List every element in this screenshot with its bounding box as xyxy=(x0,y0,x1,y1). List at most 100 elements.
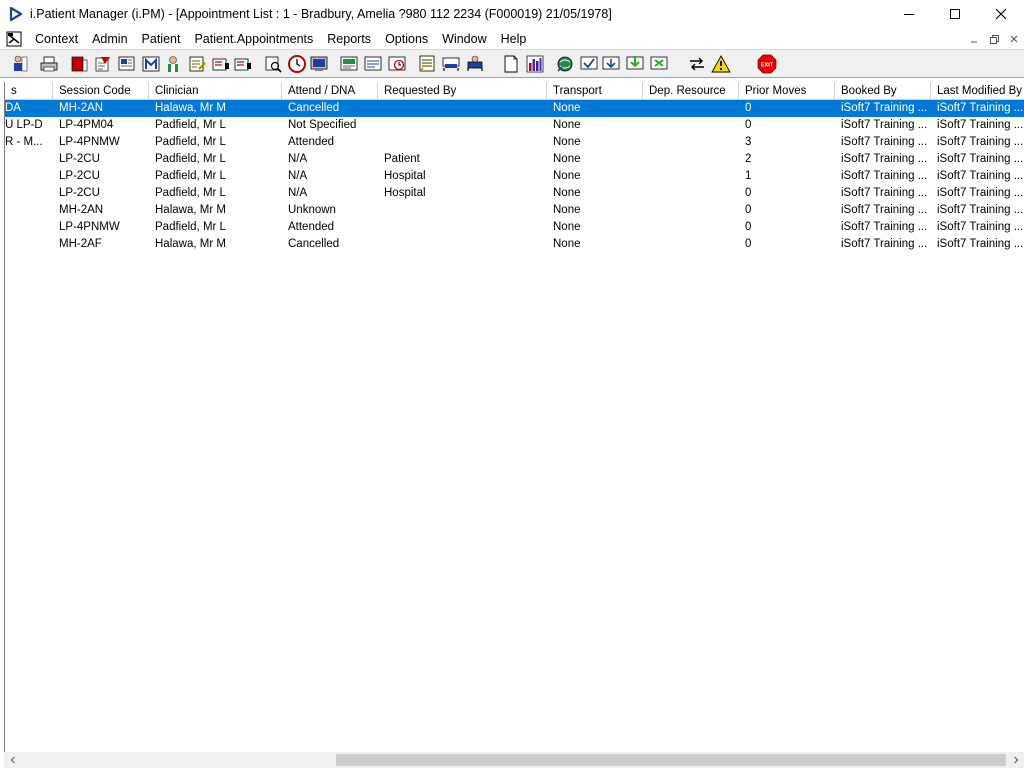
table-row[interactable]: MH-2AN Halawa, Mr M Unknown None 0 iSoft7 Tra… xyxy=(5,202,1024,219)
tool-button-7[interactable] xyxy=(162,53,184,75)
patient-search-button[interactable] xyxy=(8,53,30,75)
table-row[interactable]: U LP-D LP-4PM04 Padfield, Mr L Not Specifie… xyxy=(5,117,1024,134)
scroll-thumb[interactable] xyxy=(336,754,1006,766)
tool-button-13[interactable] xyxy=(308,53,330,75)
screen-arrow-green-icon xyxy=(626,56,644,70)
tool-button-16[interactable] xyxy=(386,53,408,75)
tool-button-27[interactable] xyxy=(686,53,708,75)
cell-status: U LP-D xyxy=(5,119,43,131)
close-button[interactable] xyxy=(978,0,1024,28)
menu-admin[interactable]: Admin xyxy=(85,29,134,49)
cell-prior-moves: 3 xyxy=(745,136,752,148)
list-header: s Session Code Clinician Attend / DNA Re… xyxy=(5,82,1024,100)
cell-dep-resource xyxy=(643,236,739,253)
column-header-attend-dna[interactable]: Attend / DNA xyxy=(282,82,378,100)
tool-button-17[interactable] xyxy=(416,53,438,75)
screen-arrow-down-icon xyxy=(602,56,620,70)
cell-transport: None xyxy=(553,153,581,165)
tool-button-25[interactable] xyxy=(624,53,646,75)
tool-button-10[interactable] xyxy=(232,53,254,75)
tool-button-15[interactable] xyxy=(362,53,384,75)
tool-button-11[interactable] xyxy=(262,53,284,75)
column-header-transport[interactable]: Transport xyxy=(547,82,643,100)
tool-button-19[interactable] xyxy=(464,53,486,75)
column-header-session-code[interactable]: Session Code xyxy=(53,82,149,100)
window-controls xyxy=(886,0,1024,28)
printer-icon xyxy=(40,56,58,72)
warning-icon xyxy=(711,55,731,73)
tool-button-20[interactable] xyxy=(500,53,522,75)
tool-button-21[interactable] xyxy=(524,53,546,75)
column-header-requested-by[interactable]: Requested By xyxy=(378,82,547,100)
column-header-status[interactable]: s xyxy=(5,82,53,100)
cell-attend-dna: Attended xyxy=(288,221,335,233)
menu-options[interactable]: Options xyxy=(378,29,435,49)
cell-dep-resource xyxy=(643,219,739,236)
cell-prior-moves: 0 xyxy=(745,238,752,250)
cell-requested-by: Hospital xyxy=(384,170,426,182)
search-document-icon xyxy=(265,56,282,73)
scroll-left-button[interactable] xyxy=(4,752,21,768)
cell-clinician: Padfield, Mr L xyxy=(155,221,226,233)
tool-button-8[interactable] xyxy=(186,53,208,75)
document-system-menu-icon[interactable] xyxy=(6,31,22,47)
tool-button-28[interactable] xyxy=(710,53,732,75)
menu-help[interactable]: Help xyxy=(494,29,534,49)
tool-button-12[interactable] xyxy=(286,53,308,75)
table-row[interactable]: DA MH-2AN Halawa, Mr M Cancelled None 0 iSoft7… xyxy=(5,100,1024,117)
tool-button-5[interactable] xyxy=(116,53,138,75)
column-header-prior-moves[interactable]: Prior Moves xyxy=(739,82,835,100)
tool-button-6[interactable] xyxy=(140,53,162,75)
cell-attend-dna: N/A xyxy=(288,170,308,182)
table-row[interactable]: MH-2AF Halawa, Mr M Cancelled None 0 iSoft7 T… xyxy=(5,236,1024,253)
cell-clinician: Padfield, Mr L xyxy=(155,136,226,148)
cell-dep-resource xyxy=(643,134,739,151)
table-row[interactable]: LP-4PNMW Padfield, Mr L Attended None 0 iSoft… xyxy=(5,219,1024,236)
column-header-clinician[interactable]: Clinician xyxy=(149,82,282,100)
table-row[interactable]: LP-2CU Padfield, Mr L N/A Patient None 2 iSoft… xyxy=(5,151,1024,168)
cell-status xyxy=(5,202,53,219)
tool-button-4[interactable] xyxy=(92,53,114,75)
cell-requested-by: Hospital xyxy=(384,187,426,199)
blank-document-icon xyxy=(504,55,518,73)
tool-button-23[interactable] xyxy=(578,53,600,75)
scroll-right-button[interactable] xyxy=(1007,752,1024,768)
exit-button[interactable]: EXIT xyxy=(756,53,778,75)
maximize-button[interactable] xyxy=(932,0,978,28)
table-row[interactable]: R - M... LP-4PNMW Padfield, Mr L Attended No… xyxy=(5,134,1024,151)
app-logo-icon xyxy=(9,6,23,22)
cell-booked-by: iSoft7 Training ... xyxy=(841,153,928,165)
table-row[interactable]: LP-2CU Padfield, Mr L N/A Hospital None 1 iSof… xyxy=(5,168,1024,185)
cell-requested-by xyxy=(378,100,547,117)
mdi-minimize-button[interactable] xyxy=(964,31,984,47)
appointment-list[interactable]: s Session Code Clinician Attend / DNA Re… xyxy=(4,82,1024,752)
column-header-last-modified-by[interactable]: Last Modified By xyxy=(931,82,1024,100)
cell-booked-by: iSoft7 Training ... xyxy=(841,119,928,131)
table-row[interactable]: LP-2CU Padfield, Mr L N/A Hospital None 0 iSof… xyxy=(5,185,1024,202)
horizontal-scrollbar[interactable] xyxy=(4,752,1024,768)
minimize-button[interactable] xyxy=(886,0,932,28)
menu-patient[interactable]: Patient xyxy=(135,29,188,49)
column-header-dep-resource[interactable]: Dep. Resource xyxy=(643,82,739,100)
cell-status xyxy=(5,219,53,236)
menu-reports[interactable]: Reports xyxy=(320,29,378,49)
cell-prior-moves: 1 xyxy=(745,170,752,182)
menu-window[interactable]: Window xyxy=(435,29,493,49)
tool-button-22[interactable] xyxy=(554,53,576,75)
cell-transport: None xyxy=(553,221,581,233)
tool-button-24[interactable] xyxy=(600,53,622,75)
print-button[interactable] xyxy=(38,53,60,75)
column-header-booked-by[interactable]: Booked By xyxy=(835,82,931,100)
tool-button-9[interactable] xyxy=(210,53,232,75)
cell-clinician: Padfield, Mr L xyxy=(155,119,226,131)
tool-button-14[interactable] xyxy=(338,53,360,75)
menu-patient-appointments[interactable]: Patient.Appointments xyxy=(187,29,320,49)
person-search-icon xyxy=(14,55,28,72)
cell-status xyxy=(5,168,53,185)
tool-button-18[interactable] xyxy=(440,53,462,75)
menu-context[interactable]: Context xyxy=(28,29,85,49)
mdi-close-button[interactable] xyxy=(1004,31,1024,47)
mdi-restore-button[interactable] xyxy=(984,31,1004,47)
tool-button-3[interactable] xyxy=(68,53,90,75)
tool-button-26[interactable] xyxy=(648,53,670,75)
